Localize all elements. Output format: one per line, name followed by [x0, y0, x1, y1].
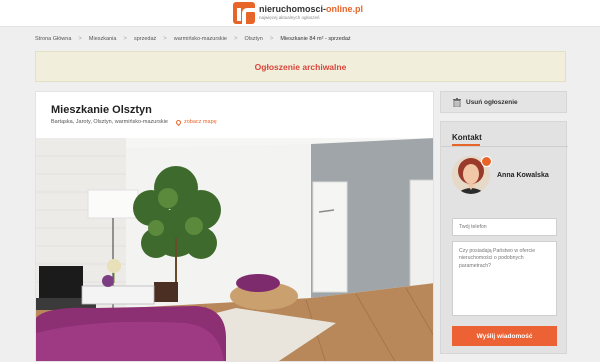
- site-logo[interactable]: nieruchomosci-online.pl najwięcej aktual…: [233, 2, 364, 25]
- chevron-right-icon: >: [123, 36, 127, 42]
- chevron-right-icon: >: [78, 36, 82, 42]
- breadcrumb-city[interactable]: Olsztyn: [244, 36, 262, 42]
- breadcrumb-current: Mieszkanie 84 m² - sprzedaż: [280, 36, 351, 42]
- listing-title: Mieszkanie Olsztyn: [51, 104, 152, 116]
- archive-notice-text: Ogłoszenie archiwalne: [254, 61, 347, 72]
- logo-tagline: najwięcej aktualnych ogłoszeń: [259, 15, 320, 21]
- chevron-right-icon: >: [163, 36, 167, 42]
- listing-location: Bartąska, Jaroty, Olsztyn, warmińsko-maz…: [51, 119, 168, 125]
- contact-heading: Kontakt: [452, 133, 482, 142]
- listing-card: Mieszkanie Olsztyn Bartąska, Jaroty, Ols…: [35, 91, 434, 362]
- contact-heading-underline: [452, 144, 480, 146]
- chevron-right-icon: >: [233, 36, 238, 42]
- breadcrumb-mieszkania[interactable]: Mieszkania: [89, 36, 117, 42]
- contact-divider: [441, 146, 568, 147]
- send-message-button[interactable]: Wyślij wiadomość: [452, 326, 557, 346]
- breadcrumb-sprzedaz[interactable]: sprzedaż: [134, 36, 156, 42]
- breadcrumb-region[interactable]: warmińsko-mazurskie: [174, 36, 227, 42]
- listing-photo[interactable]: [36, 138, 433, 361]
- remove-listing-label: Usuń ogłoszenie: [466, 98, 518, 106]
- phone-input[interactable]: [452, 218, 557, 236]
- remove-listing-button[interactable]: Usuń ogłoszenie: [440, 91, 567, 113]
- agent-name: Anna Kowalska: [497, 172, 549, 179]
- breadcrumb-home[interactable]: Strona Główna: [35, 36, 71, 42]
- map-pin-icon: [174, 118, 183, 126]
- logo-n-icon: [233, 2, 259, 25]
- agent-badge-icon: [481, 156, 492, 167]
- contact-panel: Kontakt Anna Kowalska Czy posiadają Pańs…: [440, 121, 568, 354]
- chevron-right-icon: >: [269, 36, 274, 42]
- map-link[interactable]: zobacz mapę: [184, 119, 217, 125]
- breadcrumb: Strona Główna > Mieszkania > sprzedaż > …: [35, 36, 351, 42]
- trash-icon: [453, 97, 461, 107]
- living-room-photo: [36, 138, 433, 361]
- archive-notice: Ogłoszenie archiwalne: [35, 51, 566, 82]
- message-textarea[interactable]: Czy posiadają Państwo w ofercie nierucho…: [452, 241, 557, 316]
- listing-location-row: Bartąska, Jaroty, Olsztyn, warmińsko-maz…: [51, 118, 217, 126]
- logo-name: nieruchomosci-online.pl: [259, 4, 364, 15]
- top-header: nieruchomosci-online.pl najwięcej aktual…: [0, 0, 600, 27]
